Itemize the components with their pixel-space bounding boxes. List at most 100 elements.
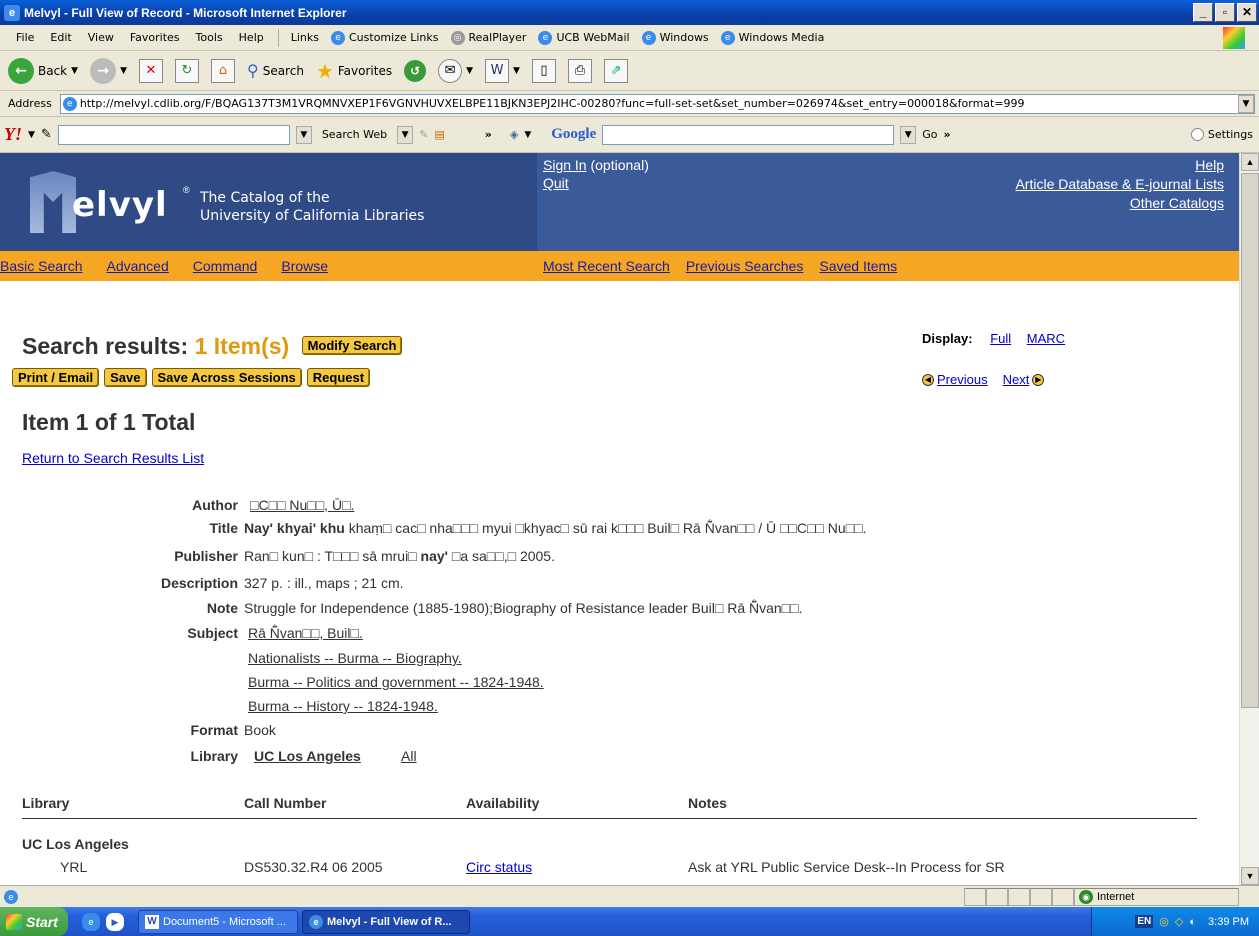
media-quicklaunch-icon[interactable]: ▶	[106, 912, 124, 931]
yahoo-search-input[interactable]	[57, 124, 290, 145]
yahoo-search-dropdown-icon[interactable]: ▼	[295, 125, 312, 144]
go-button[interactable]: Go	[922, 128, 937, 141]
subject-link[interactable]: Nationalists -- Burma -- Biography.	[248, 650, 462, 666]
menu-bar: File Edit View Favorites Tools Help Link…	[0, 25, 1259, 51]
link-realplayer[interactable]: ◎ RealPlayer	[445, 30, 533, 45]
messenger-button[interactable]: ⇗	[600, 58, 632, 83]
tray-icon[interactable]: ◎	[1159, 915, 1169, 928]
chevron-down-icon[interactable]: ▼	[28, 130, 35, 140]
highlight-icon[interactable]: ✎	[419, 128, 428, 141]
circ-status-link[interactable]: Circ status	[466, 859, 532, 875]
toolbar-options-icon[interactable]: ◈	[510, 128, 518, 141]
nav-previous-searches[interactable]: Previous Searches	[686, 258, 804, 274]
menu-help[interactable]: Help	[231, 31, 272, 44]
ie-quicklaunch-icon[interactable]: e	[82, 912, 100, 931]
link-customize-links[interactable]: e Customize Links	[325, 30, 445, 45]
settings-button[interactable]: Settings	[1190, 128, 1253, 141]
next-link[interactable]: Next	[1003, 372, 1030, 387]
previous-link[interactable]: Previous	[937, 372, 988, 387]
menu-edit[interactable]: Edit	[42, 31, 79, 44]
more-chevron-icon[interactable]: »	[944, 128, 951, 141]
menu-favorites[interactable]: Favorites	[122, 31, 188, 44]
google-search-dropdown-icon[interactable]: ▼	[900, 125, 917, 144]
start-button[interactable]: Start	[0, 907, 68, 936]
scroll-thumb[interactable]	[1241, 173, 1259, 708]
link-windows[interactable]: e Windows	[636, 30, 715, 45]
sign-in-link[interactable]: Sign In	[543, 157, 587, 173]
return-to-results-link[interactable]: Return to Search Results List	[22, 450, 204, 466]
search-button[interactable]: ⚲ Search	[243, 61, 308, 80]
back-button[interactable]: ← Back ▼	[4, 57, 82, 84]
save-across-sessions-button[interactable]: Save Across Sessions	[151, 368, 302, 387]
scroll-up-icon[interactable]: ▲	[1241, 153, 1259, 171]
forward-button[interactable]: → ▼	[86, 57, 131, 84]
search-web-dropdown-icon[interactable]: ▼	[397, 125, 414, 144]
modify-search-button[interactable]: Modify Search	[301, 336, 403, 355]
subject-link[interactable]: Burma -- History -- 1824-1948.	[248, 698, 438, 714]
close-button[interactable]: ✕	[1237, 3, 1257, 22]
holdings-header: Library Call Number Availability Notes	[22, 795, 1197, 819]
task-label: Melvyl - Full View of R...	[327, 915, 452, 928]
vertical-scrollbar[interactable]: ▲ ▼	[1239, 153, 1259, 885]
previous-arrow-icon[interactable]: ◀	[922, 373, 934, 386]
ie-page-icon: e	[641, 30, 656, 45]
other-catalogs-link[interactable]: Other Catalogs	[1130, 195, 1224, 211]
next-arrow-icon[interactable]: ▶	[1032, 373, 1045, 386]
nav-most-recent-search[interactable]: Most Recent Search	[543, 258, 670, 274]
google-search-input[interactable]	[602, 124, 895, 145]
request-button[interactable]: Request	[306, 368, 371, 387]
pencil-icon[interactable]: ✎	[41, 127, 52, 142]
address-dropdown-icon[interactable]: ▼	[1238, 94, 1254, 113]
help-link[interactable]: Help	[1195, 157, 1224, 173]
stop-button[interactable]: ✕	[135, 58, 167, 83]
author-link[interactable]: □C□□ Nu□□, Ū□.	[250, 497, 354, 513]
menu-tools[interactable]: Tools	[188, 31, 231, 44]
address-input[interactable]: e http://melvyl.cdlib.org/F/BQAG137T3M1V…	[59, 93, 1255, 114]
home-button[interactable]: ⌂	[207, 58, 239, 83]
tray-icon[interactable]: ◐	[1189, 916, 1196, 928]
menu-view[interactable]: View	[80, 31, 122, 44]
print-email-button[interactable]: Print / Email	[12, 368, 100, 387]
language-indicator[interactable]: EN	[1135, 915, 1154, 928]
chevron-down-icon: ▼	[466, 65, 474, 76]
favorites-button[interactable]: ★ Favorites	[312, 59, 396, 83]
menu-file[interactable]: File	[8, 31, 42, 44]
link-ucb-webmail[interactable]: e UCB WebMail	[532, 30, 635, 45]
maximize-button[interactable]: ▫	[1215, 3, 1235, 22]
print-button[interactable]: ⎙	[564, 58, 596, 83]
tray-icon[interactable]: ◇	[1175, 915, 1183, 928]
display-label: Display:	[922, 331, 973, 346]
subject-link[interactable]: Burma -- Politics and government -- 1824…	[248, 674, 544, 690]
quit-link[interactable]: Quit	[543, 175, 569, 191]
yahoo-logo-icon[interactable]: Y!	[4, 124, 22, 145]
nav-command[interactable]: Command	[193, 258, 258, 274]
minimize-button[interactable]: _	[1193, 3, 1213, 22]
display-full-link[interactable]: Full	[990, 331, 1011, 346]
refresh-button[interactable]: ↻	[171, 58, 203, 83]
scroll-down-icon[interactable]: ▼	[1241, 867, 1259, 885]
subject-link[interactable]: Rā Ñ̐van□□, Buil□.	[248, 625, 363, 641]
mail-icon[interactable]: ▤	[434, 128, 444, 141]
nav-basic-search[interactable]: Basic Search	[0, 258, 82, 274]
word-icon: W	[145, 914, 159, 929]
search-web-button[interactable]: Search Web	[318, 126, 391, 143]
edit-button[interactable]: W ▼	[481, 58, 524, 83]
nav-browse[interactable]: Browse	[281, 258, 328, 274]
nav-saved-items[interactable]: Saved Items	[819, 258, 897, 274]
link-windows-media[interactable]: e Windows Media	[715, 30, 831, 45]
links-label[interactable]: Links	[285, 31, 325, 44]
task-melvyl[interactable]: e Melvyl - Full View of R...	[302, 909, 470, 934]
more-chevron-icon[interactable]: »	[485, 128, 492, 141]
discuss-button[interactable]: ▯	[528, 58, 560, 83]
chevron-down-icon[interactable]: ▼	[524, 130, 531, 140]
history-button[interactable]: ↺	[400, 59, 430, 82]
save-button[interactable]: Save	[104, 368, 147, 387]
mail-button[interactable]: ✉ ▼	[434, 58, 477, 83]
task-document5[interactable]: W Document5 - Microsoft ...	[138, 909, 298, 934]
display-marc-link[interactable]: MARC	[1027, 331, 1065, 346]
library-link[interactable]: UC Los Angeles	[254, 748, 361, 764]
article-database-link[interactable]: Article Database & E-journal Lists	[1015, 176, 1224, 192]
nav-advanced[interactable]: Advanced	[106, 258, 168, 274]
library-all-link[interactable]: All	[401, 748, 417, 764]
melvyl-logo[interactable]: elvyl ® The Catalog of the University of…	[0, 153, 537, 251]
